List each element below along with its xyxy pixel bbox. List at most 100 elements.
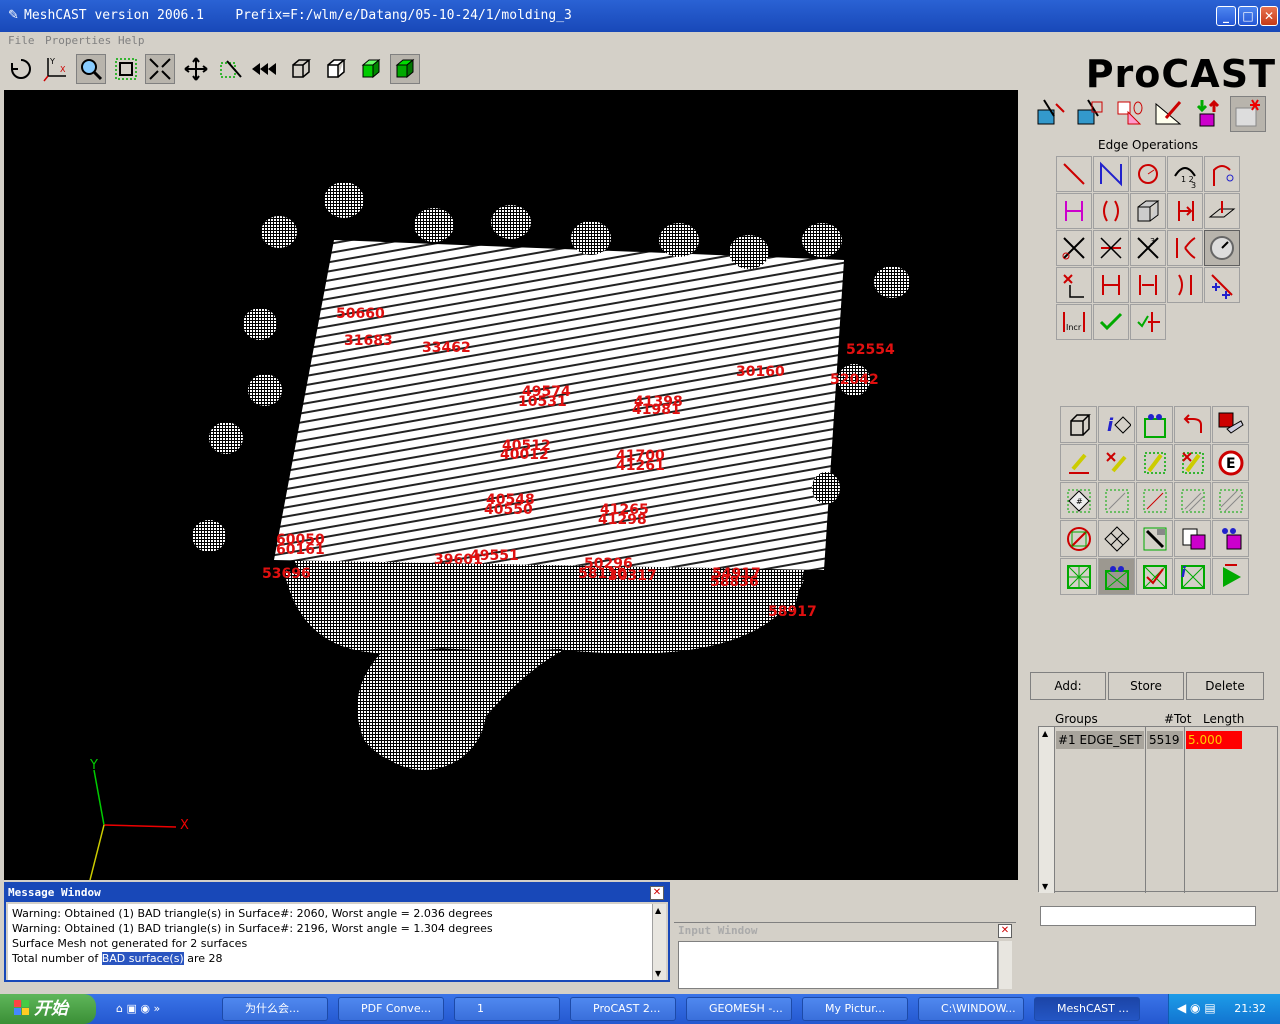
surf-copy-icon[interactable]: [1174, 520, 1211, 557]
edge-arc3-icon[interactable]: 1 23: [1167, 156, 1203, 192]
edge-split-icon[interactable]: [1056, 193, 1092, 229]
input-close-icon[interactable]: ✕: [998, 924, 1012, 938]
task-item[interactable]: GEOMESH -...: [686, 997, 792, 1021]
box-hidden-icon[interactable]: [321, 54, 351, 84]
input-field[interactable]: [678, 941, 998, 989]
task-item[interactable]: C:\WINDOW...: [918, 997, 1024, 1021]
pick-icon[interactable]: [216, 54, 246, 84]
edge-check-split-icon[interactable]: [1130, 304, 1166, 340]
surf-diamond5-icon[interactable]: [1212, 482, 1249, 519]
add-button[interactable]: Add:: [1030, 672, 1106, 700]
surf-diamond2-icon[interactable]: [1098, 482, 1135, 519]
box-shaded-icon[interactable]: [356, 54, 386, 84]
surf-info-icon[interactable]: i: [1098, 406, 1135, 443]
fit-window-icon[interactable]: [111, 54, 141, 84]
group-name[interactable]: #1 EDGE_SET: [1056, 731, 1144, 749]
surf-edit-x-icon[interactable]: [1174, 444, 1211, 481]
edge-join-icon[interactable]: [1167, 230, 1203, 266]
message-line: Warning: Obtained (1) BAD triangle(s) in…: [12, 907, 493, 920]
tab-surface-icon[interactable]: [1112, 96, 1148, 132]
tab-geometry-icon[interactable]: [1032, 96, 1068, 132]
menu-properties[interactable]: Properties: [45, 34, 111, 47]
edge-project-icon[interactable]: [1204, 193, 1240, 229]
surf-cube-icon[interactable]: [1060, 406, 1097, 443]
task-item[interactable]: 为什么会...: [222, 997, 328, 1021]
maximize-button[interactable]: □: [1238, 6, 1258, 26]
message-selection[interactable]: BAD surface(s): [101, 952, 184, 965]
surf-diamond4-icon[interactable]: [1174, 482, 1211, 519]
edge-arc-point-icon[interactable]: [1204, 156, 1240, 192]
edge-extrude-icon[interactable]: [1130, 193, 1166, 229]
tab-tools-icon[interactable]: [1230, 96, 1266, 132]
tab-import-export-icon[interactable]: [1190, 96, 1226, 132]
edge-circle-icon[interactable]: [1130, 156, 1166, 192]
edge-incr-icon[interactable]: Incr: [1056, 304, 1092, 340]
surf-cross-icon[interactable]: [1098, 520, 1135, 557]
message-line: Surface Mesh not generated for 2 surface…: [12, 937, 248, 950]
input-scrollbar[interactable]: [998, 941, 1012, 989]
surf-pen-x-icon[interactable]: [1098, 444, 1135, 481]
surf-copy-view-icon[interactable]: [1212, 520, 1249, 557]
message-close-icon[interactable]: ✕: [650, 886, 664, 900]
box-view-icon[interactable]: [286, 54, 316, 84]
edge-delete-icon[interactable]: [1056, 267, 1092, 303]
message-scrollbar[interactable]: ▲ ▼: [652, 904, 666, 980]
surf-undo-icon[interactable]: [1174, 406, 1211, 443]
task-item[interactable]: ProCAST 2...: [570, 997, 676, 1021]
scroll-up-icon[interactable]: ▲: [1042, 729, 1048, 738]
surf-edit-icon[interactable]: [1136, 444, 1173, 481]
task-item-active[interactable]: MeshCAST ...: [1034, 997, 1140, 1021]
surf-no-icon[interactable]: [1060, 520, 1097, 557]
tab-draw-icon[interactable]: [1150, 96, 1186, 132]
edge-cut-icon[interactable]: [1056, 230, 1092, 266]
scroll-down-icon[interactable]: ▼: [1042, 882, 1048, 891]
rotate-icon[interactable]: [6, 54, 36, 84]
rewind-icon[interactable]: [250, 54, 280, 84]
tab-mesh-icon[interactable]: [1072, 96, 1108, 132]
edge-distance-icon[interactable]: [1130, 267, 1166, 303]
surf-diamond3-icon[interactable]: [1136, 482, 1173, 519]
mesh-info-icon[interactable]: i: [1174, 558, 1211, 595]
delete-button[interactable]: Delete: [1186, 672, 1264, 700]
task-item[interactable]: My Pictur...: [802, 997, 908, 1021]
edge-move-icon[interactable]: [1167, 193, 1203, 229]
surf-pen-icon[interactable]: [1060, 444, 1097, 481]
edge-cut3-icon[interactable]: 3: [1130, 230, 1166, 266]
axes-icon[interactable]: YX: [40, 54, 70, 84]
groups-scrollbar[interactable]: ▲ ▼: [1039, 727, 1055, 893]
mesh-grid-icon[interactable]: [1060, 558, 1097, 595]
close-button[interactable]: ✕: [1260, 6, 1278, 26]
surf-e-icon[interactable]: E: [1212, 444, 1249, 481]
edge-line-icon[interactable]: [1056, 156, 1092, 192]
shrink-icon[interactable]: [145, 54, 175, 84]
edge-trim-icon[interactable]: [1093, 230, 1129, 266]
edge-compass-icon[interactable]: [1204, 230, 1240, 266]
surf-view-icon[interactable]: [1136, 406, 1173, 443]
group-length[interactable]: 5.000: [1186, 731, 1242, 749]
mesh-run-icon[interactable]: [1212, 558, 1249, 595]
mesh-viewport[interactable]: 50660 31683 33462 52554 30160 52042 4957…: [4, 90, 1018, 880]
mesh-view-icon[interactable]: [1098, 558, 1135, 595]
edge-bracket-icon[interactable]: [1093, 193, 1129, 229]
box-solid-icon[interactable]: [390, 54, 420, 84]
task-item[interactable]: PDF Conve...: [338, 997, 444, 1021]
mesh-check-icon[interactable]: [1136, 558, 1173, 595]
edge-snap-icon[interactable]: [1093, 267, 1129, 303]
tray-icons[interactable]: ◀ ◉ ▤: [1177, 1001, 1216, 1015]
edge-polyline-icon[interactable]: [1093, 156, 1129, 192]
zoom-icon[interactable]: [76, 54, 106, 84]
panel-input[interactable]: [1040, 906, 1256, 926]
surf-diamond1-icon[interactable]: #: [1060, 482, 1097, 519]
menu-help[interactable]: Help: [118, 34, 145, 47]
minimize-button[interactable]: _: [1216, 6, 1236, 26]
surf-save-icon[interactable]: [1212, 406, 1249, 443]
edge-merge-icon[interactable]: [1167, 267, 1203, 303]
menu-file[interactable]: File: [8, 34, 35, 47]
surf-hammer-icon[interactable]: [1136, 520, 1173, 557]
edge-points-icon[interactable]: [1204, 267, 1240, 303]
edge-check-icon[interactable]: [1093, 304, 1129, 340]
store-button[interactable]: Store: [1108, 672, 1184, 700]
pan-icon[interactable]: [181, 54, 211, 84]
task-item[interactable]: 1: [454, 997, 560, 1021]
quicklaunch-icons[interactable]: ⌂ ▣ ◉ »: [116, 1002, 160, 1015]
